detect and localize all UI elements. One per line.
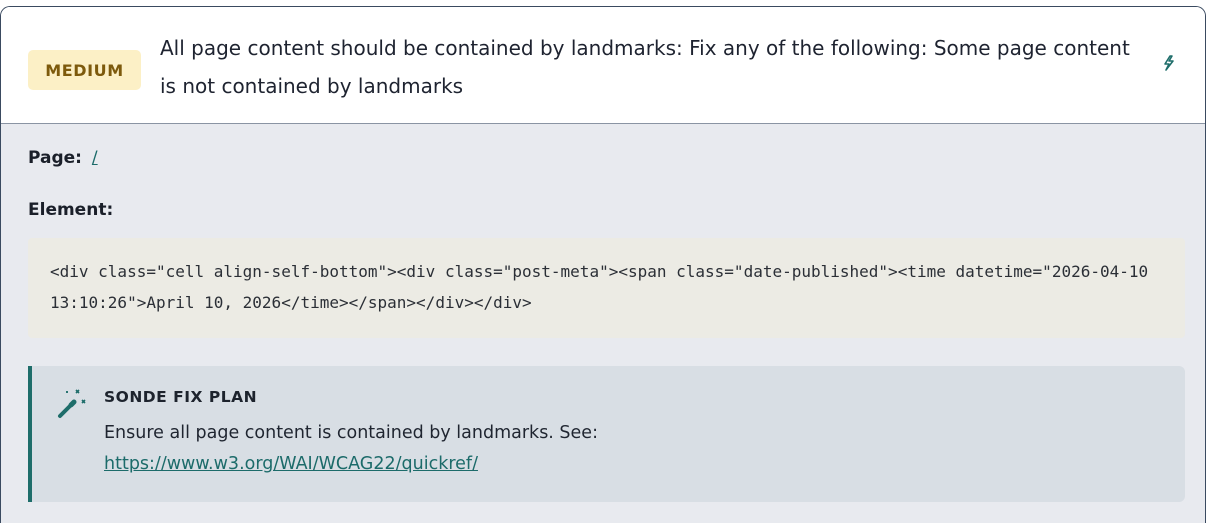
issue-title: All page content should be contained by …: [160, 36, 1130, 98]
severity-badge: MEDIUM: [28, 50, 141, 90]
fix-plan-text: Ensure all page content is contained by …: [104, 423, 598, 443]
issue-details: Page: / Element: <div class="cell align-…: [1, 124, 1205, 523]
page-row: Page: /: [28, 148, 98, 168]
element-label: Element:: [28, 200, 114, 220]
page-link[interactable]: /: [92, 148, 98, 168]
fix-plan-link[interactable]: https://www.w3.org/WAI/WCAG22/quickref/: [104, 449, 478, 480]
magic-wand-icon[interactable]: [1159, 53, 1179, 73]
element-code: <div class="cell align-self-bottom"><div…: [28, 238, 1185, 338]
magic-wand-sparkle-icon: [56, 386, 92, 422]
issue-header[interactable]: MEDIUM All page content should be contai…: [1, 7, 1205, 124]
page-label: Page:: [28, 148, 82, 168]
fix-plan-panel: SONDE FIX PLAN Ensure all page content i…: [28, 366, 1185, 502]
issue-card: MEDIUM All page content should be contai…: [0, 6, 1206, 523]
fix-plan-title: SONDE FIX PLAN: [104, 388, 258, 406]
